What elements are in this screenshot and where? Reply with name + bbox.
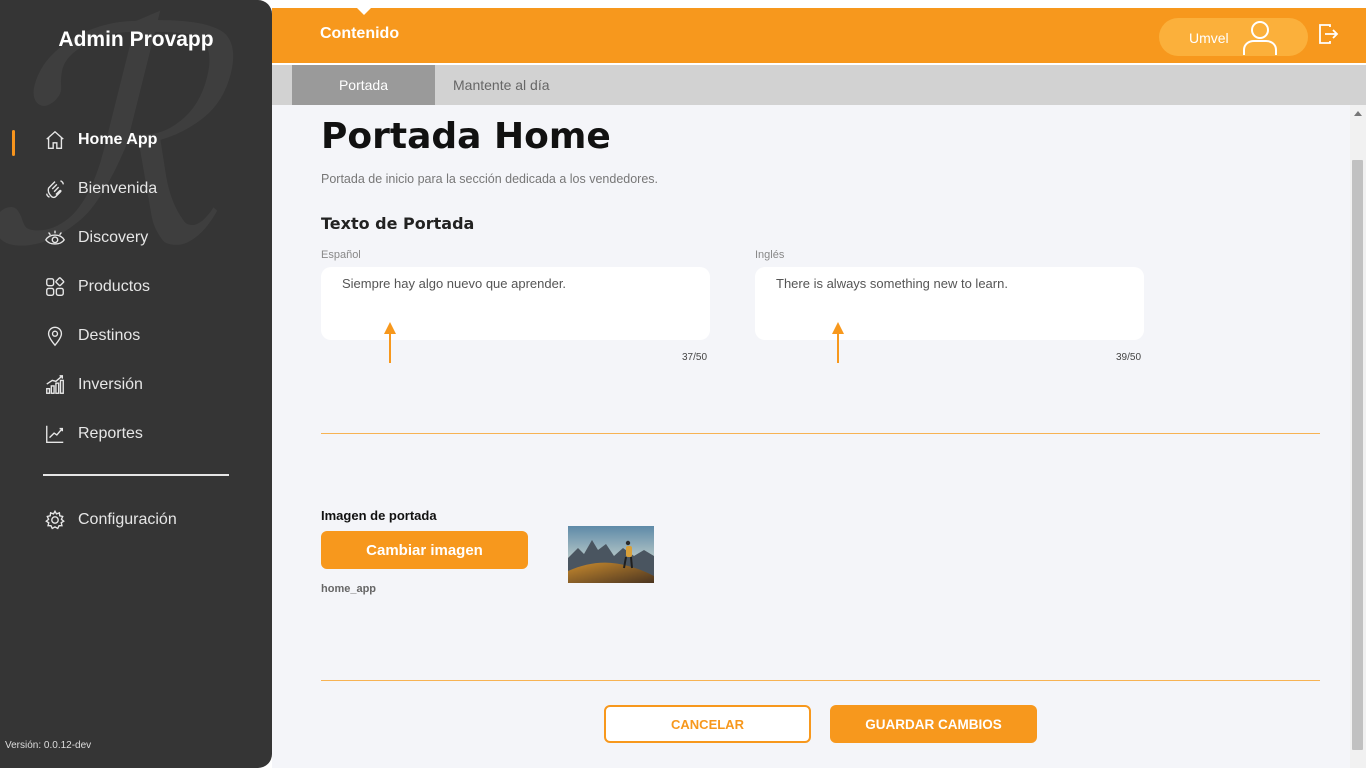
tab-portada[interactable]: Portada bbox=[292, 65, 435, 105]
tab-mantente-al-dia[interactable]: Mantente al día bbox=[453, 65, 550, 105]
active-section-notch bbox=[356, 7, 372, 15]
arrow-up-icon bbox=[832, 322, 844, 363]
sidebar-item-reportes[interactable]: Reportes bbox=[0, 409, 272, 458]
text-section-title: Texto de Portada bbox=[321, 214, 475, 233]
arrow-up-icon bbox=[384, 322, 396, 363]
section-title: Contenido bbox=[320, 25, 400, 42]
sidebar-item-discovery[interactable]: Discovery bbox=[0, 213, 272, 262]
grid-icon bbox=[42, 274, 68, 300]
sidebar-item-label: Home App bbox=[78, 130, 158, 148]
sidebar-item-productos[interactable]: Productos bbox=[0, 262, 272, 311]
section-divider bbox=[321, 433, 1320, 434]
sidebar-item-label: Reportes bbox=[78, 424, 143, 442]
home-icon bbox=[42, 127, 68, 153]
user-menu[interactable]: Umvel bbox=[1159, 18, 1308, 56]
line-chart-icon bbox=[42, 421, 68, 447]
sidebar-item-configuracion[interactable]: Configuración bbox=[0, 495, 272, 544]
spanish-char-counter: 37/50 bbox=[682, 352, 708, 363]
scrollbar-thumb[interactable] bbox=[1352, 160, 1363, 750]
page-title: Portada Home bbox=[321, 116, 611, 157]
footer-divider bbox=[321, 680, 1320, 681]
top-bar: Contenido Umvel bbox=[272, 7, 1366, 63]
version-label: Versión: 0.0.12-dev bbox=[5, 740, 92, 751]
sidebar-item-label: Configuración bbox=[78, 510, 177, 528]
sidebar-item-bienvenida[interactable]: Bienvenida bbox=[0, 164, 272, 213]
spanish-text-input[interactable]: Siempre hay algo nuevo que aprender. bbox=[321, 267, 710, 340]
sidebar-divider bbox=[43, 474, 229, 476]
logout-icon[interactable] bbox=[1317, 23, 1339, 45]
english-char-counter: 39/50 bbox=[1116, 352, 1142, 363]
english-field-label: Inglés bbox=[755, 249, 785, 261]
sidebar-item-destinos[interactable]: Destinos bbox=[0, 311, 272, 360]
wave-hand-icon bbox=[42, 176, 68, 202]
content-tabs: Portada Mantente al día bbox=[272, 65, 1366, 105]
scrollbar[interactable] bbox=[1350, 105, 1366, 768]
sidebar-item-home-app[interactable]: Home App bbox=[0, 115, 272, 164]
page-description: Portada de inicio para la sección dedica… bbox=[321, 172, 659, 186]
sidebar-item-label: Destinos bbox=[78, 326, 141, 344]
cancel-button[interactable]: CANCELAR bbox=[604, 705, 811, 743]
sidebar-config: Configuración bbox=[0, 495, 272, 544]
change-image-button[interactable]: Cambiar imagen bbox=[321, 531, 528, 569]
save-changes-button[interactable]: GUARDAR CAMBIOS bbox=[830, 705, 1037, 743]
cover-image-thumbnail[interactable] bbox=[568, 526, 654, 583]
english-text-input[interactable]: There is always something new to learn. bbox=[755, 267, 1144, 340]
sidebar-nav: Home App Bienvenida Discovery Productos … bbox=[0, 115, 272, 458]
scroll-up-arrow-icon[interactable] bbox=[1354, 111, 1362, 116]
user-avatar-icon bbox=[1243, 21, 1277, 55]
content-area bbox=[272, 105, 1350, 768]
sidebar-item-label: Discovery bbox=[78, 228, 149, 246]
user-name: Umvel bbox=[1189, 30, 1229, 46]
bar-chart-icon bbox=[42, 372, 68, 398]
sidebar-item-label: Bienvenida bbox=[78, 179, 158, 197]
cover-image-label: Imagen de portada bbox=[321, 508, 437, 523]
map-pin-icon bbox=[42, 323, 68, 349]
gear-icon bbox=[42, 507, 68, 533]
eye-icon bbox=[42, 225, 68, 251]
sidebar-item-inversion[interactable]: Inversión bbox=[0, 360, 272, 409]
image-file-name: home_app bbox=[321, 583, 377, 595]
spanish-field-label: Español bbox=[321, 249, 361, 261]
app-title: Admin Provapp bbox=[58, 28, 214, 51]
sidebar: ℛ Admin Provapp Home App Bienvenida Disc… bbox=[0, 0, 272, 768]
sidebar-item-label: Inversión bbox=[78, 375, 143, 393]
sidebar-item-label: Productos bbox=[78, 277, 151, 295]
